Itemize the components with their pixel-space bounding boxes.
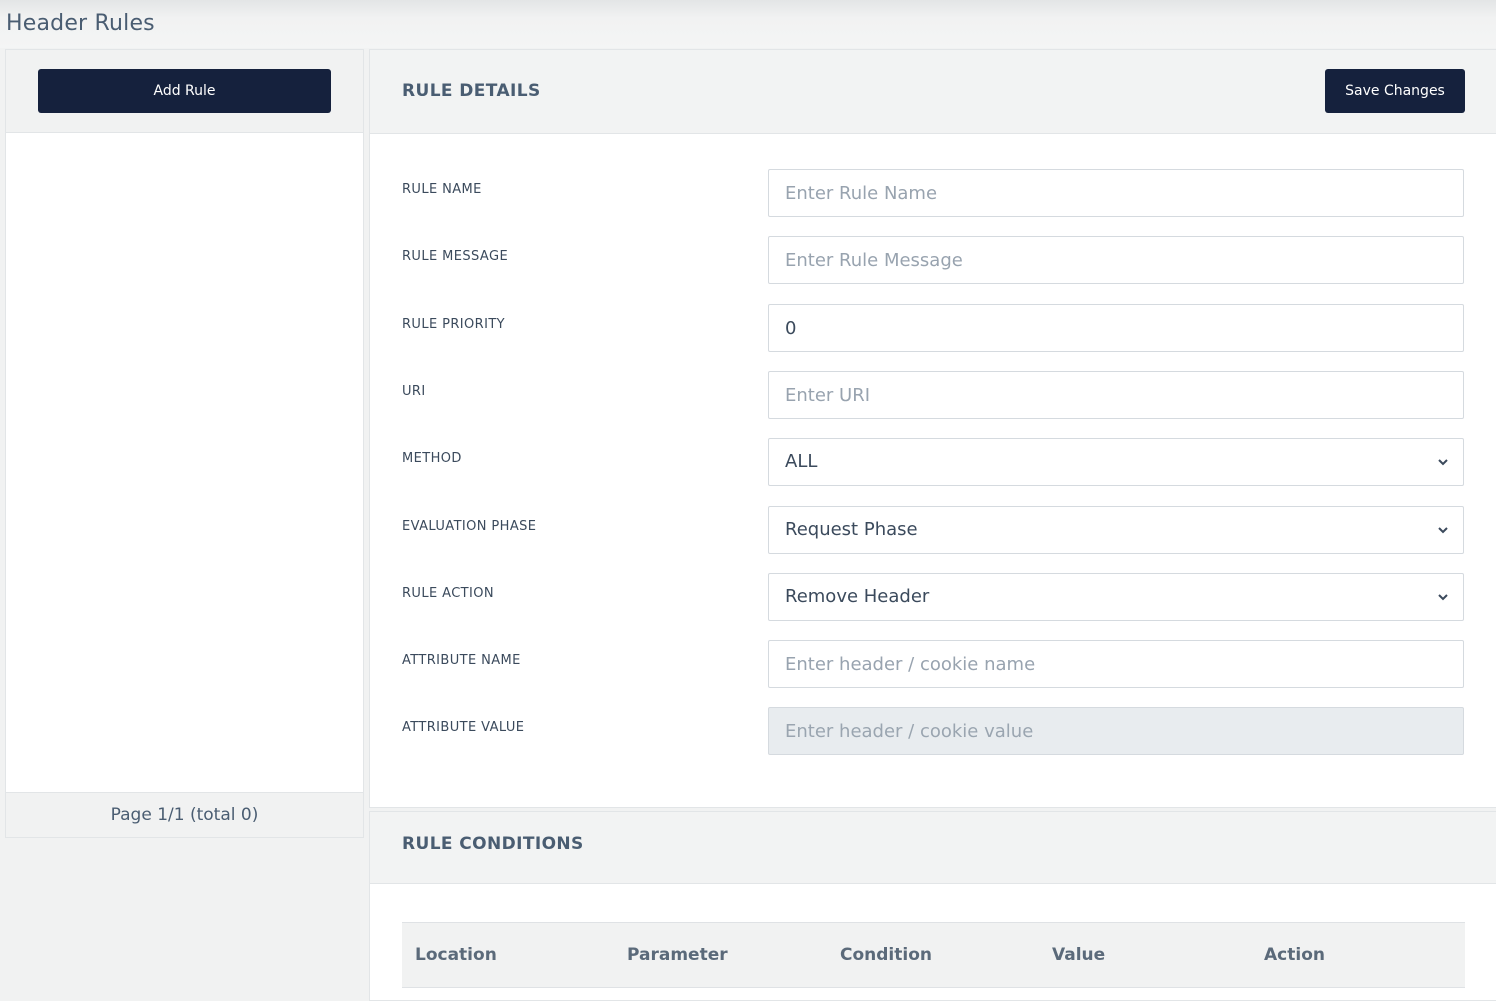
add-rule-button[interactable]: Add Rule bbox=[38, 69, 331, 113]
save-changes-button[interactable]: Save Changes bbox=[1325, 69, 1465, 113]
rule-action-selected-value: Remove Header bbox=[785, 586, 930, 607]
column-header-value: Value bbox=[1052, 945, 1106, 965]
pagination-label: Page 1/1 (total 0) bbox=[6, 792, 363, 837]
chevron-down-icon bbox=[1438, 527, 1448, 534]
rule-conditions-card: RULE CONDITIONS Location Parameter Condi… bbox=[369, 811, 1496, 1001]
rule-name-row: RULE NAME bbox=[370, 169, 1496, 217]
rule-conditions-title: RULE CONDITIONS bbox=[402, 834, 584, 854]
rules-list-panel: Add Rule Page 1/1 (total 0) bbox=[5, 49, 364, 838]
attribute-name-input[interactable] bbox=[768, 640, 1464, 688]
conditions-table-header: Location Parameter Condition Value Actio… bbox=[402, 922, 1465, 988]
rule-conditions-header: RULE CONDITIONS bbox=[370, 812, 1496, 884]
attribute-name-row: ATTRIBUTE NAME bbox=[370, 640, 1496, 688]
rule-action-label: RULE ACTION bbox=[402, 586, 495, 601]
rule-name-label: RULE NAME bbox=[402, 182, 482, 197]
rule-priority-row: RULE PRIORITY bbox=[370, 304, 1496, 352]
method-row: METHOD ALL bbox=[370, 438, 1496, 486]
rule-details-card: RULE DETAILS Save Changes RULE NAME RULE… bbox=[369, 49, 1496, 808]
column-header-action: Action bbox=[1264, 945, 1325, 965]
column-header-location: Location bbox=[415, 945, 497, 965]
method-selected-value: ALL bbox=[785, 451, 818, 472]
attribute-value-label: ATTRIBUTE VALUE bbox=[402, 720, 525, 735]
column-header-condition: Condition bbox=[840, 945, 932, 965]
chevron-down-icon bbox=[1438, 594, 1448, 601]
evaluation-phase-selected-value: Request Phase bbox=[785, 519, 918, 540]
page-title: Header Rules bbox=[6, 11, 155, 36]
rule-action-select[interactable]: Remove Header bbox=[768, 573, 1464, 621]
rule-details-header: RULE DETAILS Save Changes bbox=[370, 50, 1496, 134]
attribute-value-input bbox=[768, 707, 1464, 755]
uri-input[interactable] bbox=[768, 371, 1464, 419]
rule-message-label: RULE MESSAGE bbox=[402, 249, 509, 264]
uri-row: URI bbox=[370, 371, 1496, 419]
rule-name-input[interactable] bbox=[768, 169, 1464, 217]
top-bar bbox=[0, 0, 1496, 48]
chevron-down-icon bbox=[1438, 459, 1448, 466]
rules-list-header: Add Rule bbox=[6, 50, 363, 133]
evaluation-phase-select[interactable]: Request Phase bbox=[768, 506, 1464, 554]
uri-label: URI bbox=[402, 384, 426, 399]
method-label: METHOD bbox=[402, 451, 462, 466]
method-select[interactable]: ALL bbox=[768, 438, 1464, 486]
rule-message-input[interactable] bbox=[768, 236, 1464, 284]
rules-list bbox=[6, 133, 363, 792]
attribute-value-row: ATTRIBUTE VALUE bbox=[370, 707, 1496, 755]
evaluation-phase-row: EVALUATION PHASE Request Phase bbox=[370, 506, 1496, 554]
rule-priority-input[interactable] bbox=[768, 304, 1464, 352]
rule-details-title: RULE DETAILS bbox=[402, 81, 541, 101]
column-header-parameter: Parameter bbox=[627, 945, 728, 965]
rule-action-row: RULE ACTION Remove Header bbox=[370, 573, 1496, 621]
attribute-name-label: ATTRIBUTE NAME bbox=[402, 653, 521, 668]
rule-priority-label: RULE PRIORITY bbox=[402, 317, 506, 332]
evaluation-phase-label: EVALUATION PHASE bbox=[402, 519, 537, 534]
rule-message-row: RULE MESSAGE bbox=[370, 236, 1496, 284]
